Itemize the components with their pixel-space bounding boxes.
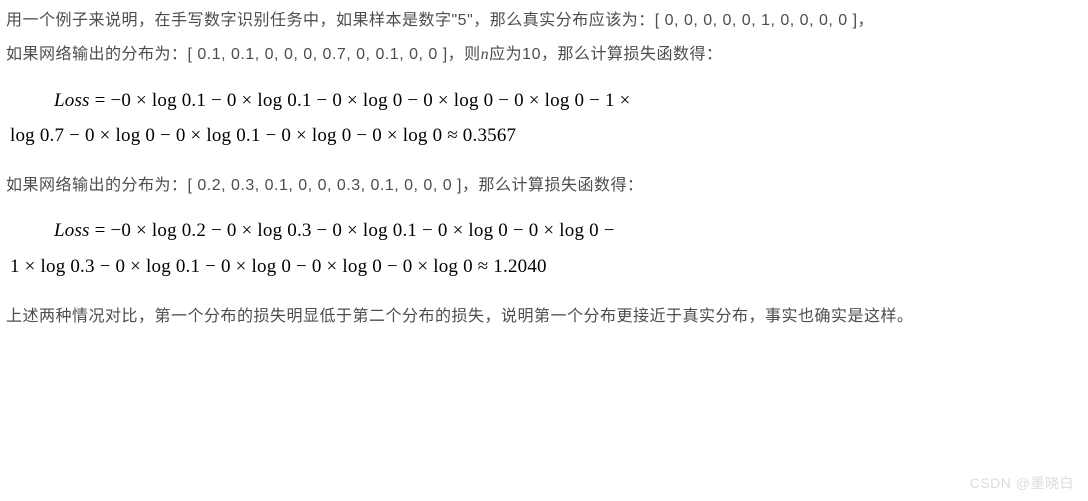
paragraph-conclusion: 上述两种情况对比，第一个分布的损失明显低于第二个分布的损失，说明第一个分布更接近…	[6, 302, 1076, 332]
formula-2-line2: 1 × log 0.3 − 0 × log 0.1 − 0 × log 0 − …	[10, 249, 1076, 284]
formula-1: Loss = −0 × log 0.1 − 0 × log 0.1 − 0 × …	[8, 83, 1076, 153]
paragraph-dist1: 如果网络输出的分布为：[ 0.1, 0.1, 0, 0, 0, 0.7, 0, …	[6, 40, 1076, 70]
formula-2: Loss = −0 × log 0.2 − 0 × log 0.3 − 0 × …	[8, 213, 1076, 283]
paragraph-dist1-a: 如果网络输出的分布为：[ 0.1, 0.1, 0, 0, 0, 0.7, 0, …	[6, 46, 481, 63]
paragraph-intro: 用一个例子来说明，在手写数字识别任务中，如果样本是数字"5"，那么真实分布应该为…	[6, 6, 1076, 36]
watermark: CSDN @墨晓白	[970, 470, 1074, 497]
italic-n: n	[481, 46, 490, 63]
formula-2-label: Loss	[54, 220, 90, 241]
formula-1-label: Loss	[54, 90, 90, 111]
formula-2-line1: = −0 × log 0.2 − 0 × log 0.3 − 0 × log 0…	[90, 220, 615, 241]
formula-1-line2: log 0.7 − 0 × log 0 − 0 × log 0.1 − 0 × …	[10, 118, 1076, 153]
paragraph-dist2: 如果网络输出的分布为：[ 0.2, 0.3, 0.1, 0, 0, 0.3, 0…	[6, 171, 1076, 201]
formula-1-line1: = −0 × log 0.1 − 0 × log 0.1 − 0 × log 0…	[90, 90, 631, 111]
paragraph-dist1-b: 应为10，那么计算损失函数得：	[489, 46, 722, 63]
